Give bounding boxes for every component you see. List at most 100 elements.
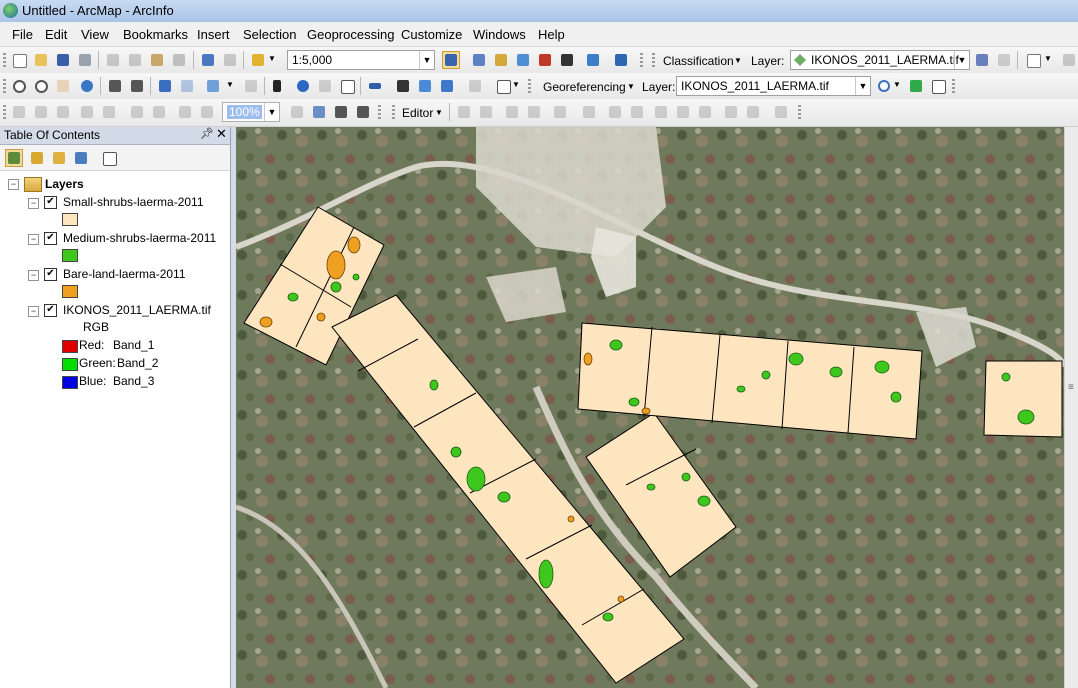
list-by-drawing-order-icon[interactable] [5, 149, 23, 167]
html-popup-icon[interactable] [316, 77, 334, 95]
split-line-icon[interactable] [674, 103, 692, 121]
overflow-icon[interactable] [1060, 51, 1078, 69]
fixed-zoom-out-icon[interactable] [128, 77, 146, 95]
time-slider-icon[interactable] [466, 77, 484, 95]
forward-extent-icon[interactable] [178, 77, 196, 95]
focus-data-frame-icon[interactable] [310, 103, 328, 121]
chevron-down-icon[interactable]: ▼ [954, 51, 969, 69]
change-layout-icon[interactable] [332, 103, 350, 121]
edit-vertices-icon[interactable] [606, 103, 624, 121]
chevron-down-icon[interactable]: ▼ [734, 56, 742, 65]
sketch-properties-icon[interactable] [744, 103, 762, 121]
find-route-icon[interactable] [416, 77, 434, 95]
fixed-zoom-in-icon[interactable] [106, 77, 124, 95]
toolbar-grip[interactable] [3, 79, 6, 93]
add-control-points-icon[interactable] [907, 77, 925, 95]
chevron-down-icon[interactable]: ▼ [435, 108, 443, 117]
georeferencing-menu[interactable]: Georeferencing [543, 80, 626, 94]
menu-edit[interactable]: Edit [45, 27, 67, 42]
collapse-icon[interactable]: − [8, 179, 19, 190]
map-vertical-scrollbar[interactable]: ≡ [1064, 127, 1078, 688]
menu-selection[interactable]: Selection [243, 27, 296, 42]
pin-icon[interactable]: 📌︎ [200, 127, 214, 140]
toolbar-grip[interactable] [3, 105, 6, 119]
binoculars-icon[interactable] [394, 77, 412, 95]
paste-icon[interactable] [148, 51, 166, 69]
cut-polygons-icon[interactable] [652, 103, 670, 121]
collapse-icon[interactable]: − [28, 306, 39, 317]
print-icon[interactable] [76, 51, 94, 69]
search-window-icon[interactable] [514, 51, 532, 69]
arcmap-app-icon[interactable] [3, 3, 18, 18]
chevron-down-icon[interactable]: ▼ [893, 77, 903, 95]
toolbar-grip[interactable] [640, 53, 643, 67]
layout-forward-icon[interactable] [198, 103, 216, 121]
toolbar-grip[interactable] [392, 105, 395, 119]
layout-fixed-in-icon[interactable] [128, 103, 146, 121]
full-extent-icon[interactable] [78, 77, 96, 95]
edit-annotation-icon[interactable] [477, 103, 495, 121]
layer-visibility-checkbox[interactable]: ✔ [44, 196, 57, 209]
chevron-down-icon[interactable]: ▼ [264, 103, 279, 121]
chevron-down-icon[interactable]: ▼ [627, 82, 635, 91]
back-extent-icon[interactable] [156, 77, 174, 95]
save-icon[interactable] [54, 51, 72, 69]
list-by-source-icon[interactable] [28, 149, 46, 167]
histogram-icon[interactable] [973, 51, 991, 69]
classification-layer-combo[interactable]: IKONOS_2011_LAERMA.tif ▼ [790, 50, 970, 70]
map-canvas[interactable] [236, 127, 1064, 688]
layer-row-medium-shrubs[interactable]: − ✔ Medium-shrubs-laerma-2011 [26, 230, 226, 248]
straight-segment-icon[interactable] [503, 103, 521, 121]
layout-zoom-combo[interactable]: 100% ▼ [222, 102, 280, 122]
layout-zoom-in-icon[interactable] [10, 103, 28, 121]
zoom-100-icon[interactable] [100, 103, 118, 121]
training-sample-icon[interactable] [995, 51, 1013, 69]
scroll-grip-icon[interactable]: ≡ [1068, 382, 1074, 393]
model-builder-icon[interactable] [584, 51, 602, 69]
redo-icon[interactable] [221, 51, 239, 69]
create-features-icon[interactable] [772, 103, 790, 121]
toolbar-grip[interactable] [952, 79, 955, 93]
toolbar-grip[interactable] [528, 79, 531, 93]
undo-icon[interactable] [199, 51, 217, 69]
layer-visibility-checkbox[interactable]: ✔ [44, 304, 57, 317]
layout-back-icon[interactable] [176, 103, 194, 121]
find-icon[interactable] [338, 77, 356, 95]
rotate-feature-icon[interactable] [696, 103, 714, 121]
close-icon[interactable]: ✕ [216, 126, 227, 142]
editor-menu[interactable]: Editor [402, 106, 433, 120]
delete-icon[interactable] [170, 51, 188, 69]
trace-icon[interactable] [551, 103, 569, 121]
editor-toolbar-icon[interactable] [442, 51, 460, 69]
menu-customize[interactable]: Customize [401, 27, 462, 42]
envelope-icon[interactable] [1024, 51, 1042, 69]
menu-bookmarks[interactable]: Bookmarks [123, 27, 188, 42]
catalog-icon[interactable] [492, 51, 510, 69]
collapse-icon[interactable]: − [28, 270, 39, 281]
medium-shrubs-symbol-swatch[interactable] [62, 249, 78, 262]
layer-row-ikonos[interactable]: − ✔ IKONOS_2011_LAERMA.tif [26, 302, 226, 320]
toolbar-grip[interactable] [798, 105, 801, 119]
create-viewer-icon[interactable] [494, 77, 512, 95]
measure-icon[interactable] [366, 77, 384, 95]
layout-zoom-out-icon[interactable] [32, 103, 50, 121]
toolbar-grip[interactable] [3, 53, 6, 67]
rotate-icon[interactable] [875, 77, 893, 95]
list-by-selection-icon[interactable] [72, 149, 90, 167]
menu-help[interactable]: Help [538, 27, 565, 42]
identify-icon[interactable] [294, 77, 312, 95]
toc-options-icon[interactable] [100, 149, 118, 167]
toc-window-icon[interactable] [470, 51, 488, 69]
toolbar-grip[interactable] [378, 105, 381, 119]
view-link-table-icon[interactable] [929, 77, 947, 95]
chevron-down-icon[interactable]: ▼ [226, 77, 236, 95]
data-driven-pages-icon[interactable] [354, 103, 372, 121]
list-by-visibility-icon[interactable] [50, 149, 68, 167]
arc-segment-icon[interactable] [525, 103, 543, 121]
layer-visibility-checkbox[interactable]: ✔ [44, 232, 57, 245]
collapse-icon[interactable]: − [28, 234, 39, 245]
menu-view[interactable]: View [81, 27, 109, 42]
zoom-whole-page-icon[interactable] [78, 103, 96, 121]
layout-fixed-out-icon[interactable] [150, 103, 168, 121]
map-display[interactable] [236, 127, 1064, 688]
